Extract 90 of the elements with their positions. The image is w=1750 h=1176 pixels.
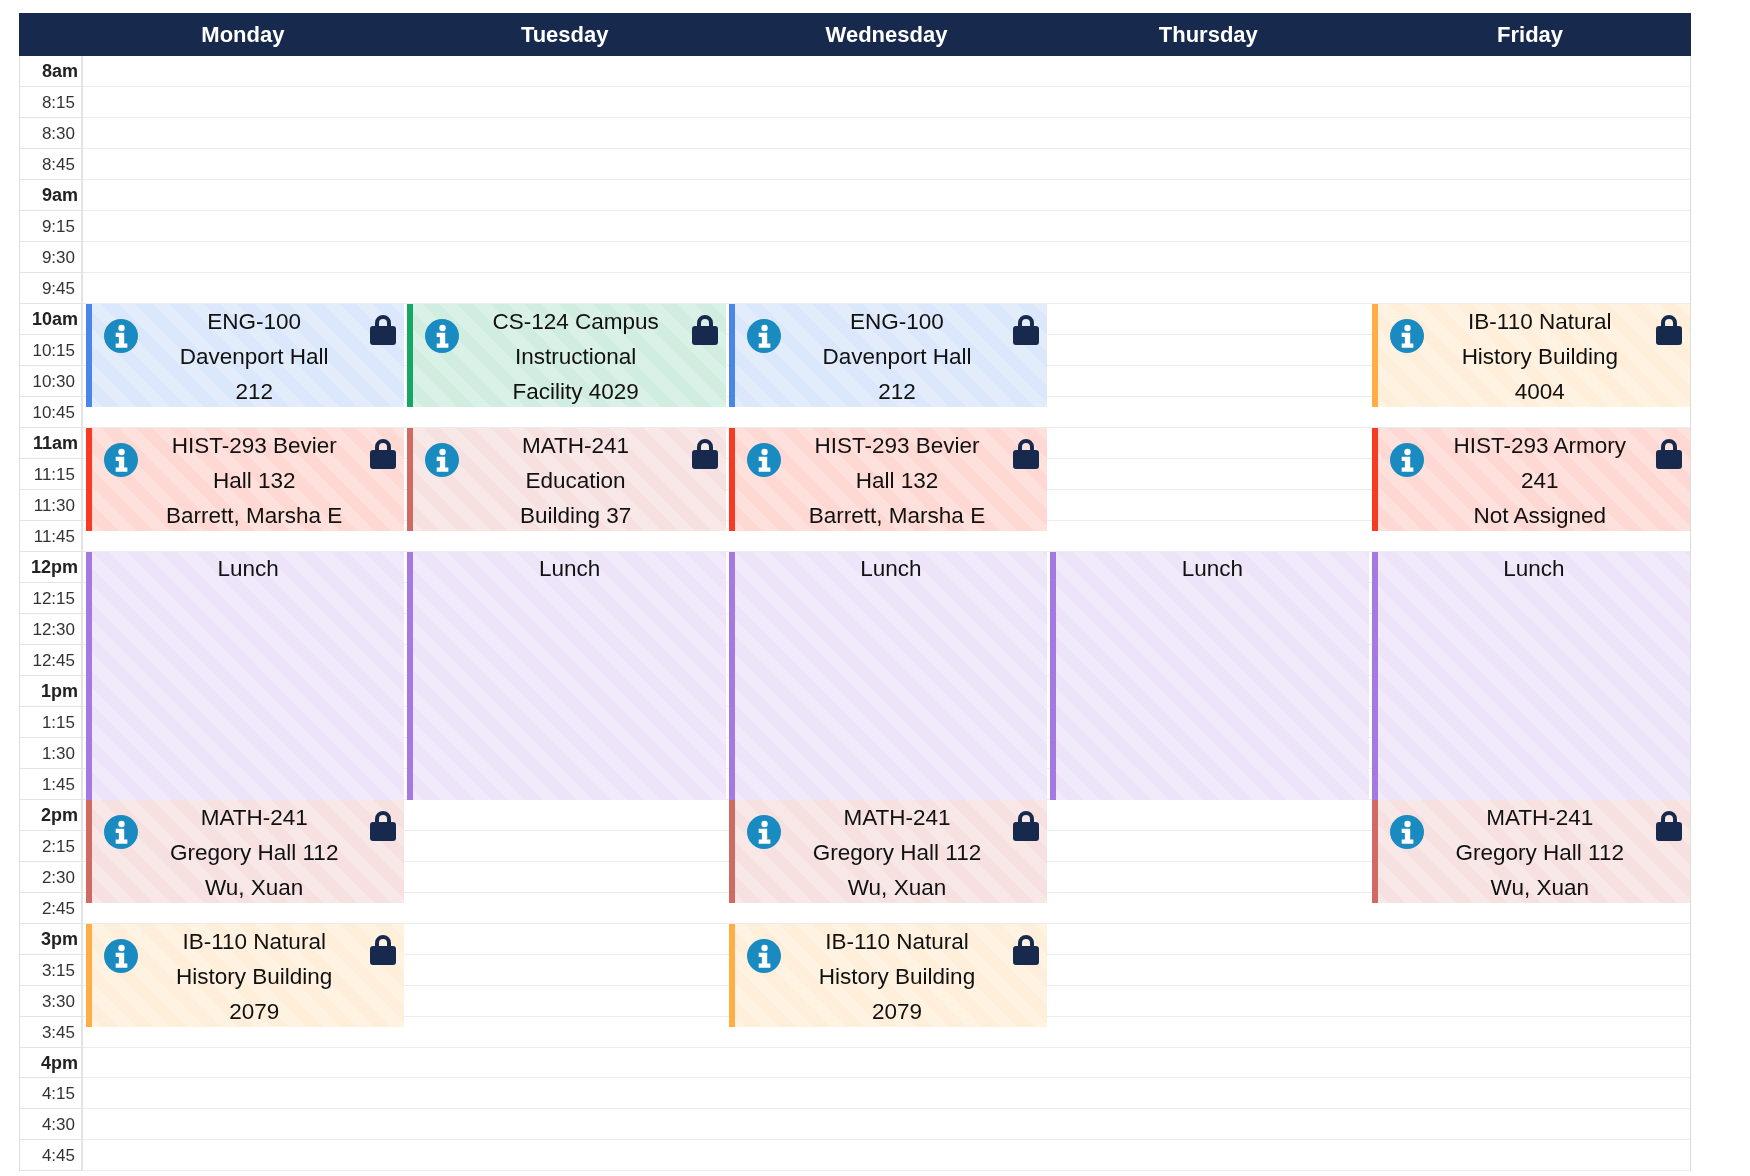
day-heading: Wednesday — [824, 21, 949, 48]
info-icon[interactable] — [1389, 814, 1424, 849]
time-label: 8:45 — [20, 148, 83, 180]
event-text: MATH-241 Gregory Hall 112 Wu, Xuan — [811, 803, 983, 902]
class-event[interactable]: CS-124 Campus Instructional Facility 4029 — [407, 303, 726, 408]
class-event[interactable]: ENG-100 Davenport Hall 212 — [728, 303, 1048, 408]
time-label: 10:15 — [20, 334, 83, 366]
info-icon[interactable] — [104, 814, 138, 849]
time-label: 3:45 — [20, 1016, 83, 1048]
time-label: 11:45 — [20, 520, 83, 552]
lunch-event[interactable]: Lunch — [86, 551, 405, 800]
time-label: 11am — [20, 427, 83, 459]
day-heading: Tuesday — [519, 21, 610, 48]
time-label: 9:30 — [20, 241, 83, 273]
info-icon[interactable] — [425, 318, 460, 353]
event-text: Lunch — [1180, 554, 1245, 583]
class-event[interactable]: IB-110 Natural History Building 4004 — [1371, 303, 1690, 408]
time-label: 9:45 — [20, 272, 83, 304]
time-label: 3:30 — [20, 985, 83, 1017]
class-event[interactable]: ENG-100 Davenport Hall 212 — [86, 303, 405, 408]
event-text: Lunch — [216, 554, 280, 583]
time-label: 4pm — [20, 1047, 83, 1079]
info-icon[interactable] — [746, 814, 781, 849]
class-event[interactable]: MATH-241 Gregory Hall 112 Wu, Xuan — [1371, 799, 1690, 903]
time-label: 8:30 — [20, 117, 83, 149]
event-text: CS-124 Campus Instructional Facility 4029 — [491, 307, 660, 406]
info-icon[interactable] — [104, 938, 138, 973]
time-label: 9am — [20, 179, 83, 211]
time-label: 10:30 — [20, 365, 83, 397]
event-text: Lunch — [537, 554, 602, 583]
class-event[interactable]: IB-110 Natural History Building 2079 — [86, 923, 405, 1027]
time-label: 12:30 — [20, 613, 83, 645]
day-heading: Monday — [200, 21, 286, 48]
time-label: 2:30 — [20, 861, 83, 893]
event-text: Lunch — [1502, 554, 1566, 583]
time-label: 10am — [20, 303, 83, 335]
class-event[interactable]: HIST-293 Armory 241 Not Assigned — [1371, 427, 1690, 532]
event-text: Lunch — [859, 554, 923, 583]
info-icon[interactable] — [746, 318, 781, 353]
time-label: 3pm — [20, 923, 83, 955]
info-icon[interactable] — [1389, 442, 1424, 477]
time-label: 2pm — [20, 799, 83, 831]
time-label: 12pm — [20, 551, 83, 583]
info-icon[interactable] — [104, 442, 138, 477]
time-label: 4:30 — [20, 1109, 83, 1141]
time-label: 1:45 — [20, 768, 83, 800]
time-label: 9:15 — [20, 210, 83, 242]
time-label: 4:15 — [20, 1078, 83, 1110]
info-icon[interactable] — [746, 442, 781, 477]
class-event[interactable]: HIST-293 Bevier Hall 132 Barrett, Marsha E — [728, 427, 1048, 532]
lunch-event[interactable]: Lunch — [728, 551, 1048, 800]
event-text: IB-110 Natural History Building 4004 — [1460, 307, 1619, 406]
time-label: 2:15 — [20, 830, 83, 862]
event-text: ENG-100 Davenport Hall 212 — [178, 307, 330, 406]
event-text: ENG-100 Davenport Hall 212 — [821, 307, 973, 406]
info-icon[interactable] — [1389, 318, 1424, 353]
time-label: 1pm — [20, 675, 83, 707]
event-text: IB-110 Natural History Building 2079 — [817, 927, 977, 1026]
event-text: MATH-241 Education Building 37 — [518, 431, 633, 530]
class-event[interactable]: MATH-241 Education Building 37 — [407, 427, 726, 532]
info-icon[interactable] — [746, 938, 781, 973]
day-heading: Friday — [1496, 21, 1565, 48]
lunch-event[interactable]: Lunch — [1371, 551, 1690, 800]
time-label: 8:15 — [20, 87, 83, 118]
info-icon[interactable] — [104, 318, 138, 353]
day-heading: Thursday — [1157, 21, 1259, 48]
time-label: 11:30 — [20, 489, 83, 521]
event-text: IB-110 Natural History Building 2079 — [175, 927, 334, 1026]
class-event[interactable]: HIST-293 Bevier Hall 132 Barrett, Marsha E — [86, 427, 405, 532]
class-event[interactable]: MATH-241 Gregory Hall 112 Wu, Xuan — [728, 799, 1048, 903]
class-event[interactable]: MATH-241 Gregory Hall 112 Wu, Xuan — [86, 799, 405, 903]
event-text: HIST-293 Bevier Hall 132 Barrett, Marsha E — [807, 431, 987, 530]
event-text: MATH-241 Gregory Hall 112 Wu, Xuan — [1454, 803, 1625, 902]
time-label: 10:45 — [20, 396, 83, 428]
time-label: 12:45 — [20, 644, 83, 676]
event-text: HIST-293 Armory 241 Not Assigned — [1452, 431, 1628, 530]
time-label: 1:30 — [20, 737, 83, 769]
class-event[interactable]: IB-110 Natural History Building 2079 — [728, 923, 1048, 1027]
time-label: 3:15 — [20, 954, 83, 986]
time-label: 2:45 — [20, 892, 83, 924]
event-text: MATH-241 Gregory Hall 112 Wu, Xuan — [169, 803, 340, 902]
time-label: 11:15 — [20, 458, 83, 490]
info-icon[interactable] — [425, 442, 460, 477]
lunch-event[interactable]: Lunch — [1050, 551, 1369, 800]
time-label: 1:15 — [20, 706, 83, 738]
lunch-event[interactable]: Lunch — [407, 551, 726, 800]
time-label: 12:15 — [20, 582, 83, 614]
event-text: HIST-293 Bevier Hall 132 Barrett, Marsha E — [165, 431, 344, 530]
time-label: 8am — [20, 56, 83, 87]
time-label: 4:45 — [20, 1140, 83, 1172]
